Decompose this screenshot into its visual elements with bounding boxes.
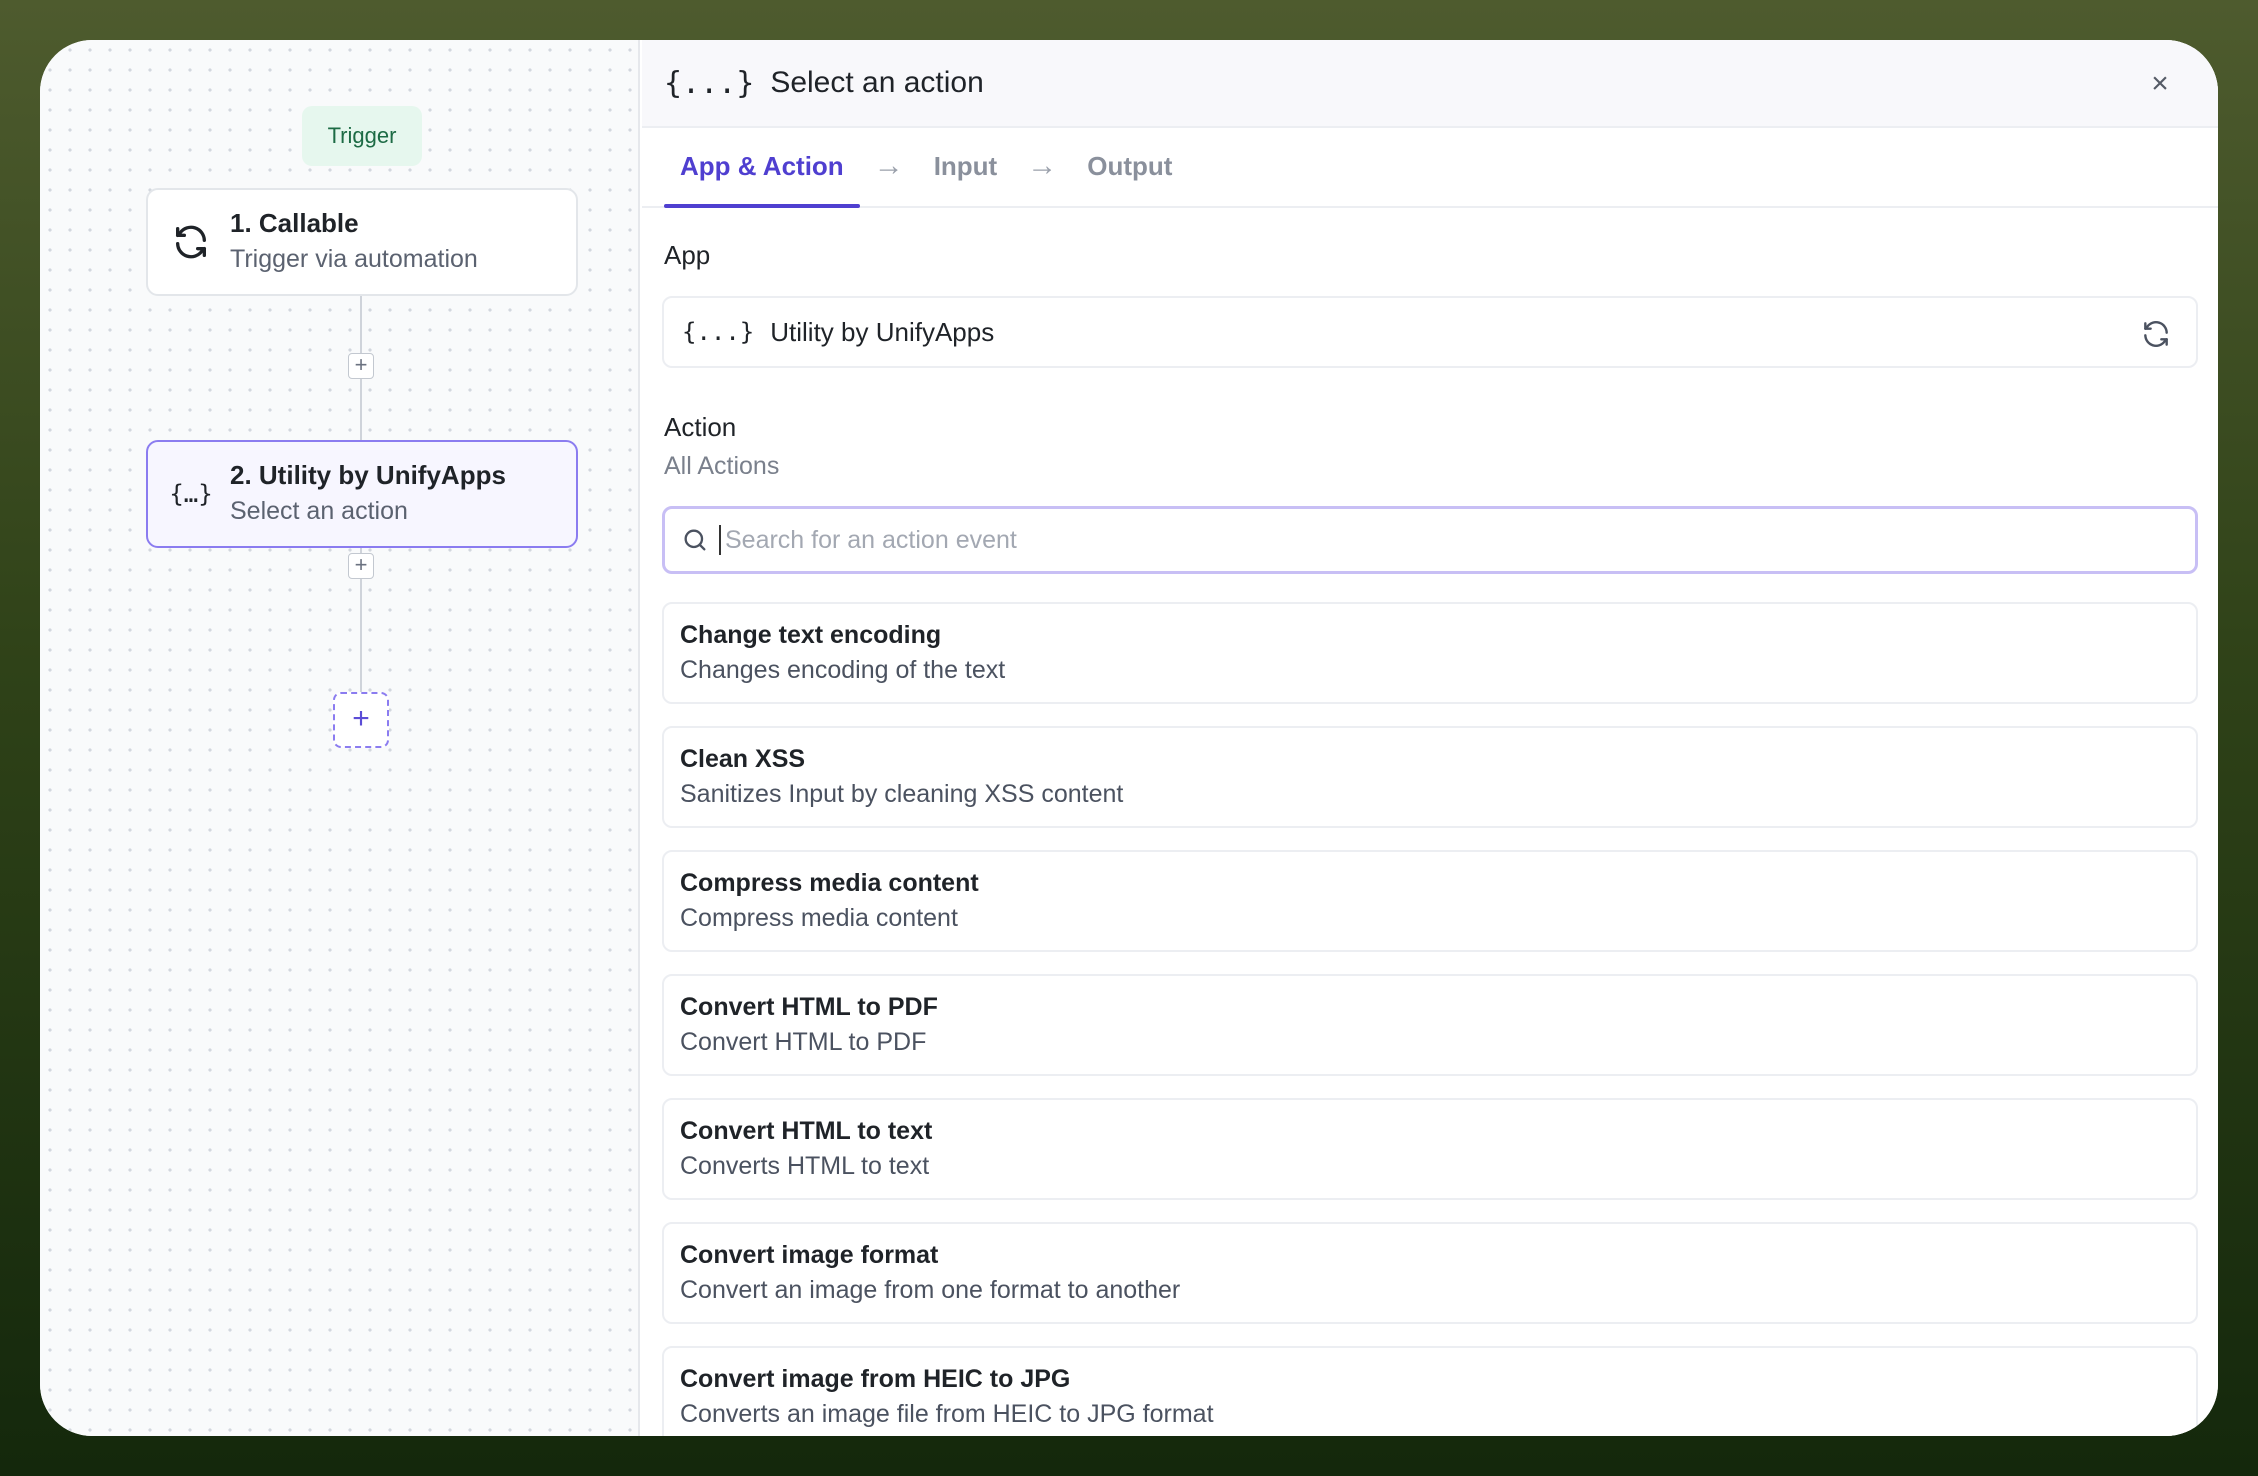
workflow-canvas[interactable]: Trigger 1. Callable Trigger via automati…	[40, 40, 640, 1436]
action-title: Change text encoding	[680, 621, 942, 649]
add-step-button[interactable]: +	[348, 553, 374, 579]
app-label: App	[664, 240, 711, 270]
list-item[interactable]: Clean XSS Sanitizes Input by cleaning XS…	[662, 726, 2198, 828]
tab-input[interactable]: Input	[918, 126, 1014, 206]
action-search-input[interactable]	[719, 525, 2119, 555]
action-description: Convert an image from one format to anot…	[680, 1276, 1181, 1304]
list-item[interactable]: Convert image from HEIC to JPG Converts …	[662, 1346, 2198, 1436]
node-utility[interactable]: {…} 2. Utility by UnifyApps Select an ac…	[146, 440, 578, 548]
action-description: Sanitizes Input by cleaning XSS content	[680, 780, 1124, 808]
node-subtitle: Trigger via automation	[230, 245, 478, 273]
braces-icon: {…}	[169, 480, 213, 508]
action-description: Compress media content	[680, 904, 958, 932]
panel-title: Select an action	[770, 66, 984, 99]
arrow-right-icon: →	[1027, 149, 1058, 182]
add-step-button[interactable]: +	[348, 353, 374, 379]
action-panel: {...} Select an action × App & Action → …	[642, 40, 2218, 1436]
app-selector[interactable]: {...} Utility by UnifyApps	[662, 296, 2198, 368]
node-callable[interactable]: 1. Callable Trigger via automation	[146, 188, 578, 296]
arrow-right-icon: →	[873, 149, 904, 182]
list-item[interactable]: Convert HTML to PDF Convert HTML to PDF	[662, 974, 2198, 1076]
tab-app-action[interactable]: App & Action	[664, 126, 860, 208]
tab-output[interactable]: Output	[1071, 126, 1188, 206]
action-description: Convert HTML to PDF	[680, 1028, 927, 1056]
action-description: Converts an image file from HEIC to JPG …	[680, 1400, 1214, 1428]
braces-icon: {...}	[682, 318, 755, 346]
braces-icon: {...}	[664, 65, 755, 101]
node-title: 2. Utility by UnifyApps	[230, 460, 506, 490]
list-item[interactable]: Change text encoding Changes encoding of…	[662, 602, 2198, 704]
close-button[interactable]: ×	[2144, 68, 2176, 100]
action-search-box[interactable]	[662, 506, 2198, 574]
action-list: Change text encoding Changes encoding of…	[662, 602, 2198, 1436]
search-icon	[684, 529, 706, 551]
node-title: 1. Callable	[230, 208, 359, 238]
app-window: Trigger 1. Callable Trigger via automati…	[40, 40, 2218, 1436]
action-description: Changes encoding of the text	[680, 656, 1006, 684]
step-tabs: App & Action → Input → Output	[642, 128, 2218, 208]
action-title: Convert image from HEIC to JPG	[680, 1365, 1071, 1393]
trigger-badge: Trigger	[302, 106, 422, 166]
list-item[interactable]: Compress media content Compress media co…	[662, 850, 2198, 952]
action-title: Compress media content	[680, 869, 979, 897]
action-title: Clean XSS	[680, 745, 806, 773]
node-subtitle: Select an action	[230, 497, 408, 525]
action-title: Convert image format	[680, 1241, 939, 1269]
app-name: Utility by UnifyApps	[770, 316, 995, 347]
list-item[interactable]: Convert HTML to text Converts HTML to te…	[662, 1098, 2198, 1200]
list-item[interactable]: Convert image format Convert an image fr…	[662, 1222, 2198, 1324]
panel-header: {...} Select an action ×	[642, 40, 2218, 128]
action-label: Action	[664, 412, 737, 442]
sync-icon	[170, 221, 212, 263]
add-final-step-button[interactable]: +	[333, 692, 389, 748]
action-filter-label: All Actions	[664, 452, 780, 480]
action-title: Convert HTML to text	[680, 1117, 933, 1145]
action-title: Convert HTML to PDF	[680, 993, 938, 1021]
refresh-icon[interactable]	[2140, 318, 2172, 350]
action-description: Converts HTML to text	[680, 1152, 930, 1180]
